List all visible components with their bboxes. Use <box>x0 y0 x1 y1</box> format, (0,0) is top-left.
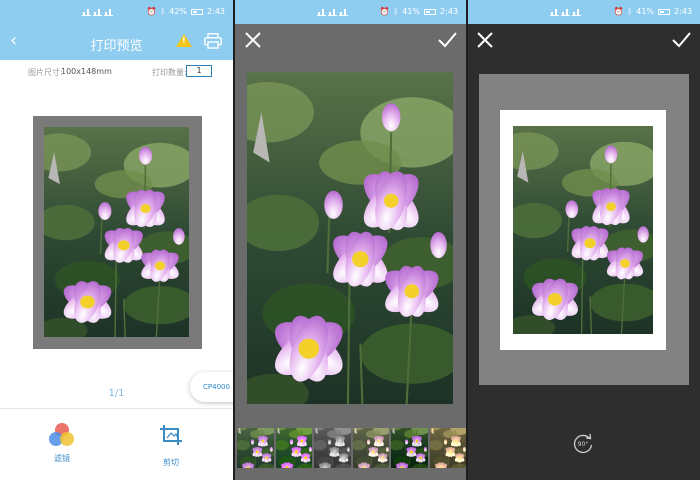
signal-icon <box>93 8 102 16</box>
signal-icon <box>339 8 348 16</box>
bluetooth-icon: ᛒ <box>160 7 166 16</box>
page-title: 打印预览 <box>90 39 143 54</box>
size-value: 100x148mm <box>61 67 112 76</box>
bottom-toolbar: 滤镜 剪切 <box>0 408 233 480</box>
filter-thumb-original[interactable] <box>237 428 274 468</box>
close-icon[interactable] <box>475 30 495 50</box>
clock: 2:43 <box>440 7 458 16</box>
filter-thumb-mono[interactable] <box>314 428 351 468</box>
lotus-photo[interactable] <box>513 126 653 334</box>
crop-editor-screen: ⏰ ᛒ 41% 2:43 90° <box>468 0 700 480</box>
filter-thumb-film[interactable] <box>391 428 428 468</box>
signal-icon <box>82 8 91 16</box>
filter-thumb-golden[interactable] <box>430 428 467 468</box>
printer-icon[interactable] <box>204 33 222 49</box>
battery-percent: 42% <box>169 7 188 16</box>
filter-thumb-vivid[interactable] <box>276 428 313 468</box>
crop-button[interactable]: 剪切 <box>146 423 196 468</box>
signal-icons <box>317 8 348 16</box>
crop-label: 剪切 <box>163 458 179 467</box>
close-icon[interactable] <box>243 30 263 50</box>
size-label: 图片尺寸: <box>28 68 63 77</box>
bluetooth-icon: ᛒ <box>627 7 633 16</box>
status-bar: ⏰ ᛒ 42% 2:43 <box>0 0 233 24</box>
rotate-label: 90° <box>578 441 589 448</box>
filter-icon <box>49 423 75 447</box>
filter-editor-screen: ⏰ ᛒ 41% 2:43 <box>235 0 466 480</box>
clock: 2:43 <box>207 7 225 16</box>
battery-icon <box>191 8 204 15</box>
crop-icon <box>160 425 182 445</box>
filter-label: 滤镜 <box>54 454 70 463</box>
check-icon[interactable] <box>671 30 691 50</box>
alarm-icon: ⏰ <box>146 7 157 16</box>
alarm-icon: ⏰ <box>379 7 390 16</box>
filter-thumb-warm[interactable] <box>353 428 390 468</box>
rotate-icon[interactable]: 90° <box>572 432 594 454</box>
status-bar: ⏰ ᛒ 41% 2:43 <box>468 0 700 24</box>
filter-button[interactable]: 滤镜 <box>37 423 87 464</box>
app-header: ‹ 打印预览 ! <box>0 24 233 60</box>
clock: 2:43 <box>674 7 692 16</box>
screenshot-stage: ⏰ ᛒ 42% 2:43 ‹ 打印预览 ! 图片尺寸: 100x148mm 打印… <box>0 0 700 480</box>
crop-canvas[interactable] <box>479 74 689 385</box>
lotus-photo <box>247 72 453 404</box>
quantity-label: 打印数量: <box>152 68 187 77</box>
alarm-icon: ⏰ <box>613 7 624 16</box>
status-right: ⏰ ᛒ 42% 2:43 <box>146 7 225 16</box>
status-right: ⏰ ᛒ 41% 2:43 <box>379 7 458 16</box>
printer-select-chip[interactable]: CP4000 <box>190 372 233 402</box>
signal-icon <box>550 8 559 16</box>
signal-icons <box>550 8 581 16</box>
quantity-input[interactable]: 1 <box>186 65 212 77</box>
print-preview-frame <box>33 116 202 349</box>
print-preview-screen: ⏰ ᛒ 42% 2:43 ‹ 打印预览 ! 图片尺寸: 100x148mm 打印… <box>0 0 233 480</box>
battery-percent: 41% <box>636 7 655 16</box>
battery-icon <box>424 8 437 15</box>
signal-icon <box>104 8 113 16</box>
status-right: ⏰ ᛒ 41% 2:43 <box>613 7 692 16</box>
battery-percent: 41% <box>402 7 421 16</box>
signal-icon <box>572 8 581 16</box>
signal-icons <box>82 8 113 16</box>
signal-icon <box>328 8 337 16</box>
bluetooth-icon: ᛒ <box>393 7 399 16</box>
print-info-row: 图片尺寸: 100x148mm 打印数量: 1 <box>0 60 233 82</box>
signal-icon <box>561 8 570 16</box>
status-bar: ⏰ ᛒ 41% 2:43 <box>235 0 466 24</box>
warning-icon[interactable]: ! <box>176 34 192 47</box>
signal-icon <box>317 8 326 16</box>
paper-sheet <box>500 110 666 350</box>
battery-icon <box>658 8 671 15</box>
filter-strip <box>235 428 466 468</box>
lotus-photo <box>44 127 189 337</box>
check-icon[interactable] <box>437 30 457 50</box>
